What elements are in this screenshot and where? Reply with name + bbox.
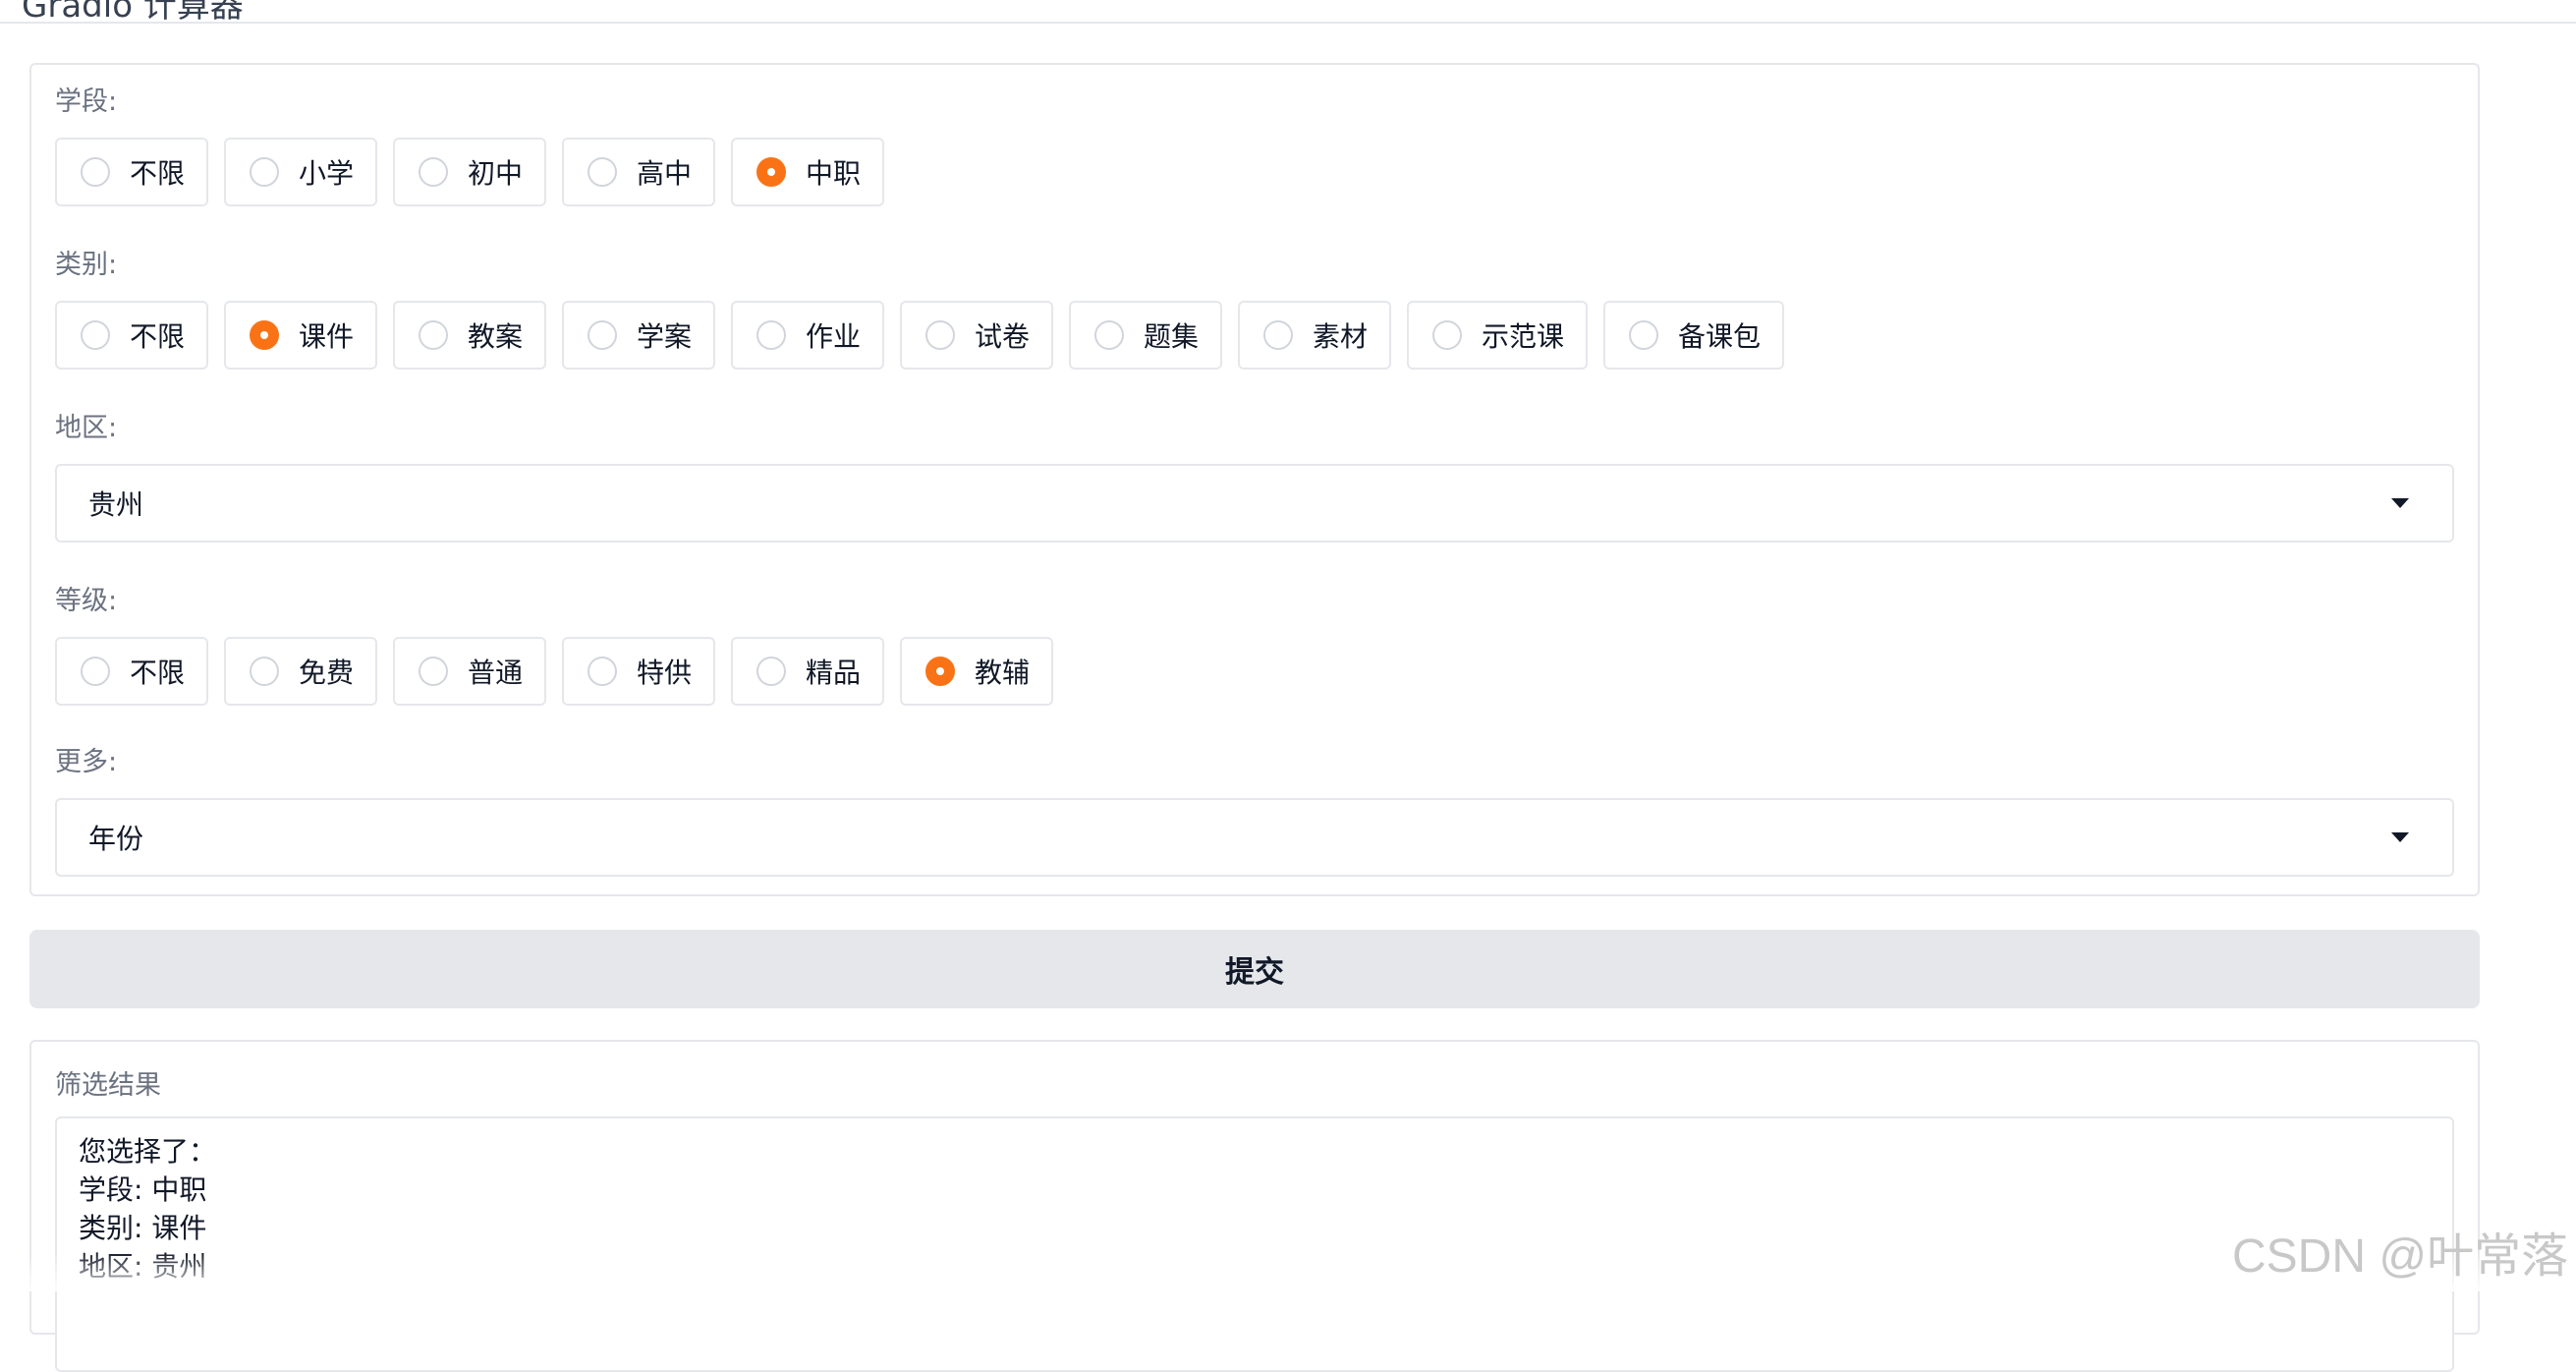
submit-button[interactable]: 提交: [29, 930, 2480, 1008]
option-label: 素材: [1313, 320, 1369, 353]
level-option[interactable]: 教辅: [900, 637, 1053, 706]
radio-circle-icon: [81, 657, 110, 686]
radio-circle-icon: [1094, 320, 1124, 350]
result-line: 地区: 贵州: [79, 1250, 207, 1283]
level-radio-group: 不限 免费 普通 特供 精品 教辅: [55, 637, 2454, 706]
app-title: Gradio 计算器: [22, 0, 244, 24]
region-selected-value: 贵州: [88, 488, 144, 521]
stage-option[interactable]: 不限: [55, 138, 208, 206]
more-dropdown[interactable]: 年份: [55, 798, 2454, 877]
radio-circle-icon: [925, 657, 955, 686]
result-line: 您选择了：: [79, 1135, 217, 1168]
option-label: 初中: [468, 157, 524, 190]
category-option[interactable]: 教案: [393, 301, 546, 370]
option-label: 特供: [637, 657, 693, 689]
caret-down-icon: [2391, 832, 2409, 842]
level-option[interactable]: 不限: [55, 637, 208, 706]
more-selected-value: 年份: [88, 823, 144, 855]
option-label: 不限: [130, 157, 186, 190]
category-option[interactable]: 试卷: [900, 301, 1053, 370]
stage-option[interactable]: 初中: [393, 138, 546, 206]
level-section: 等级: 不限 免费 普通 特供 精品 教辅: [55, 584, 2454, 706]
radio-circle-icon: [250, 320, 279, 350]
watermark: CSDN @叶常落: [2232, 1230, 2569, 1283]
level-option[interactable]: 普通: [393, 637, 546, 706]
radio-circle-icon: [419, 657, 448, 686]
option-label: 普通: [468, 657, 524, 689]
category-option[interactable]: 学案: [562, 301, 715, 370]
stage-option[interactable]: 中职: [731, 138, 884, 206]
level-option[interactable]: 特供: [562, 637, 715, 706]
filter-form: 学段: 不限 小学 初中 高中 中职 类别: 不限 课件 教案 学案 作业 试卷…: [29, 63, 2480, 896]
result-line: 类别: 课件: [79, 1212, 207, 1244]
radio-circle-icon: [1629, 320, 1658, 350]
region-dropdown[interactable]: 贵州: [55, 464, 2454, 543]
option-label: 中职: [806, 157, 862, 190]
option-label: 备课包: [1678, 320, 1762, 353]
category-section: 类别: 不限 课件 教案 学案 作业 试卷 题集 素材 示范课 备课包: [55, 248, 2454, 370]
category-option[interactable]: 示范课: [1407, 301, 1588, 370]
radio-circle-icon: [756, 657, 786, 686]
radio-circle-icon: [588, 657, 617, 686]
option-label: 小学: [299, 157, 355, 190]
level-label: 等级:: [55, 586, 118, 616]
radio-circle-icon: [925, 320, 955, 350]
radio-circle-icon: [81, 157, 110, 187]
radio-circle-icon: [419, 320, 448, 350]
radio-circle-icon: [588, 157, 617, 187]
option-label: 不限: [130, 657, 186, 689]
category-option[interactable]: 备课包: [1603, 301, 1784, 370]
caret-down-icon: [2391, 498, 2409, 508]
option-label: 精品: [806, 657, 862, 689]
radio-circle-icon: [81, 320, 110, 350]
option-label: 教辅: [975, 657, 1031, 689]
stage-label: 学段:: [55, 86, 118, 117]
option-label: 课件: [299, 320, 355, 353]
radio-circle-icon: [1432, 320, 1462, 350]
option-label: 示范课: [1482, 320, 1565, 353]
category-option[interactable]: 题集: [1069, 301, 1222, 370]
more-section: 更多: 年份: [55, 745, 2454, 877]
radio-circle-icon: [419, 157, 448, 187]
result-line: 学段: 中职: [79, 1173, 207, 1206]
more-label: 更多:: [55, 747, 118, 777]
option-label: 试卷: [975, 320, 1031, 353]
radio-circle-icon: [250, 157, 279, 187]
category-option[interactable]: 不限: [55, 301, 208, 370]
stage-section: 学段: 不限 小学 初中 高中 中职: [55, 85, 2454, 206]
stage-radio-group: 不限 小学 初中 高中 中职: [55, 138, 2454, 206]
radio-circle-icon: [588, 320, 617, 350]
category-option[interactable]: 素材: [1238, 301, 1391, 370]
option-label: 作业: [806, 320, 862, 353]
option-label: 不限: [130, 320, 186, 353]
option-label: 高中: [637, 157, 693, 190]
stage-option[interactable]: 小学: [224, 138, 377, 206]
category-option[interactable]: 作业: [731, 301, 884, 370]
category-label: 类别:: [55, 250, 118, 280]
result-label: 筛选结果: [55, 1070, 161, 1101]
level-option[interactable]: 精品: [731, 637, 884, 706]
top-bar: Gradio 计算器: [0, 0, 2576, 24]
result-panel: 筛选结果 您选择了： 学段: 中职 类别: 课件 地区: 贵州: [29, 1040, 2480, 1372]
radio-circle-icon: [1263, 320, 1293, 350]
region-section: 地区: 贵州: [55, 411, 2454, 543]
radio-circle-icon: [756, 320, 786, 350]
option-label: 免费: [299, 657, 355, 689]
option-label: 教案: [468, 320, 524, 353]
option-label: 学案: [637, 320, 693, 353]
region-label: 地区:: [55, 413, 118, 443]
result-textbox[interactable]: 您选择了： 学段: 中职 类别: 课件 地区: 贵州: [55, 1116, 2454, 1372]
option-label: 题集: [1144, 320, 1200, 353]
category-radio-group: 不限 课件 教案 学案 作业 试卷 题集 素材 示范课 备课包: [55, 301, 2454, 370]
stage-option[interactable]: 高中: [562, 138, 715, 206]
level-option[interactable]: 免费: [224, 637, 377, 706]
category-option[interactable]: 课件: [224, 301, 377, 370]
radio-circle-icon: [756, 157, 786, 187]
radio-circle-icon: [250, 657, 279, 686]
